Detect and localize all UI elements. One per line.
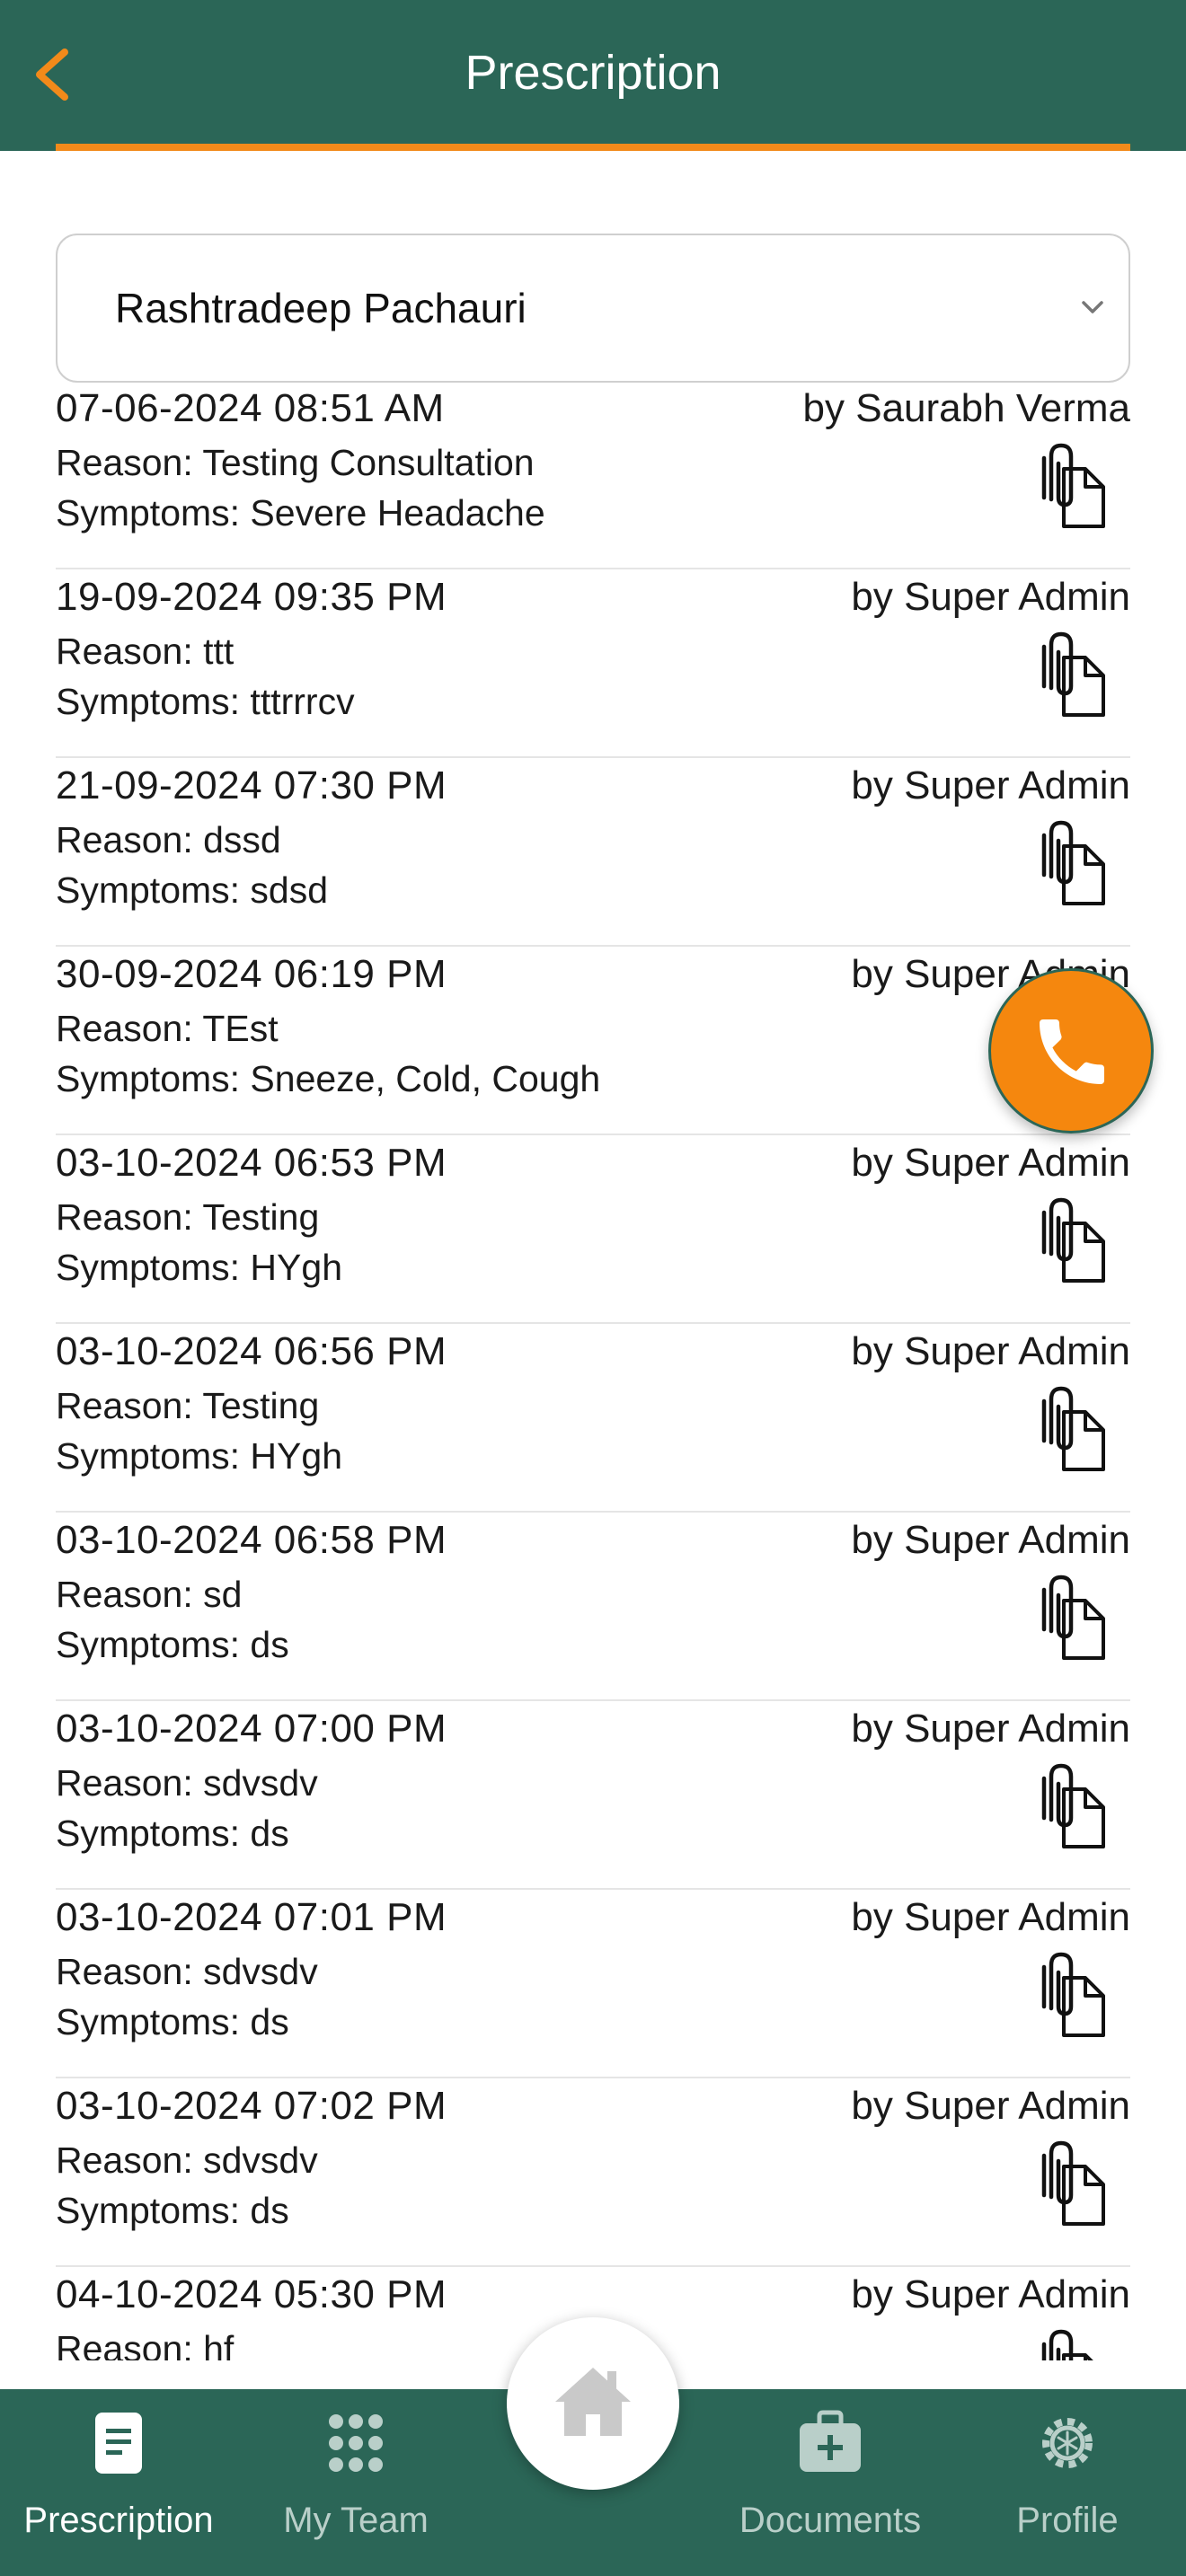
prescription-reason: Reason: TEst (56, 1008, 279, 1049)
prescription-date: 03-10-2024 06:53 PM (56, 1141, 447, 1185)
paperclip-document-icon[interactable] (1033, 1385, 1109, 1475)
patient-select-value: Rashtradeep Pachauri (115, 285, 527, 331)
call-button[interactable] (988, 968, 1154, 1134)
paperclip-document-icon[interactable] (1033, 1951, 1109, 2041)
prescription-symptoms: Symptoms: ds (56, 1624, 289, 1665)
home-icon (555, 2368, 631, 2436)
prescription-item[interactable]: 03-10-2024 07:02 PM by Super Admin Reaso… (56, 2078, 1130, 2267)
prescription-item[interactable]: 21-09-2024 07:30 PM by Super Admin Reaso… (56, 758, 1130, 947)
prescription-author: by Super Admin (851, 1518, 1130, 1562)
prescription-author: by Super Admin (851, 1329, 1130, 1373)
nav-profile[interactable]: Profile (949, 2389, 1186, 2576)
prescription-reason: Reason: sdvsdv (56, 2139, 318, 2181)
prescription-author: by Super Admin (851, 763, 1130, 807)
prescription-date: 30-09-2024 06:19 PM (56, 952, 447, 996)
prescription-author: by Super Admin (851, 1707, 1130, 1751)
chevron-left-icon (36, 49, 68, 101)
chevron-down-icon (1082, 301, 1103, 313)
prescription-item[interactable]: 03-10-2024 06:53 PM by Super Admin Reaso… (56, 1135, 1130, 1324)
prescription-date: 03-10-2024 06:58 PM (56, 1518, 447, 1562)
nav-label: Documents (739, 2501, 922, 2540)
prescription-date: 03-10-2024 07:01 PM (56, 1895, 447, 1939)
prescription-reason: Reason: dssd (56, 819, 281, 860)
prescription-reason: Reason: Testing Consultation (56, 442, 535, 483)
prescription-reason: Reason: sd (56, 1574, 243, 1615)
prescription-author: by Super Admin (851, 2084, 1130, 2128)
prescription-date: 03-10-2024 06:56 PM (56, 1329, 447, 1373)
back-button[interactable] (27, 45, 81, 104)
paperclip-document-icon[interactable] (1033, 1196, 1109, 1286)
prescription-date: 19-09-2024 09:35 PM (56, 575, 447, 619)
nav-documents[interactable]: Documents (712, 2389, 949, 2576)
medical-kit-icon (800, 2410, 861, 2472)
nav-prescription[interactable]: Prescription (0, 2389, 237, 2576)
paperclip-document-icon[interactable] (1033, 819, 1109, 909)
paperclip-document-icon[interactable] (1033, 442, 1109, 532)
prescription-reason: Reason: sdvsdv (56, 1951, 318, 1992)
prescription-list[interactable]: 07-06-2024 08:51 AM by Saurabh Verma Rea… (56, 381, 1130, 2360)
gear-icon (1042, 2418, 1093, 2468)
prescription-reason: Reason: hf (56, 2328, 235, 2360)
patient-select[interactable]: Rashtradeep Pachauri (56, 234, 1130, 383)
page-title: Prescription (465, 46, 721, 100)
prescription-symptoms: Symptoms: sdsd (56, 869, 329, 911)
app-header: Prescription (0, 0, 1186, 151)
prescription-item[interactable]: 03-10-2024 06:56 PM by Super Admin Reaso… (56, 1324, 1130, 1513)
header-accent-line (56, 144, 1130, 151)
prescription-item[interactable]: 03-10-2024 06:58 PM by Super Admin Reaso… (56, 1513, 1130, 1701)
paperclip-document-icon[interactable] (1033, 1762, 1109, 1852)
prescription-symptoms: Symptoms: HYgh (56, 1435, 342, 1477)
prescription-symptoms: Symptoms: ds (56, 2001, 289, 2042)
paperclip-document-icon[interactable] (1033, 1574, 1109, 1663)
paperclip-document-icon[interactable] (1033, 2328, 1109, 2360)
prescription-reason: Reason: ttt (56, 631, 235, 672)
prescription-reason: Reason: Testing (56, 1385, 320, 1426)
paperclip-document-icon[interactable] (1033, 2139, 1109, 2229)
nav-my-team[interactable]: My Team (237, 2389, 474, 2576)
prescription-reason: Reason: Testing (56, 1196, 320, 1238)
prescription-symptoms: Symptoms: tttrrrcv (56, 681, 355, 722)
prescription-symptoms: Symptoms: ds (56, 2190, 289, 2231)
grid-icon (329, 2414, 383, 2472)
nav-label: My Team (283, 2501, 429, 2540)
phone-icon (1040, 1019, 1104, 1084)
prescription-item[interactable]: 03-10-2024 07:01 PM by Super Admin Reaso… (56, 1890, 1130, 2078)
prescription-symptoms: Symptoms: ds (56, 1813, 289, 1854)
prescription-date: 07-06-2024 08:51 AM (56, 386, 445, 430)
prescription-item[interactable]: 19-09-2024 09:35 PM by Super Admin Reaso… (56, 569, 1130, 758)
prescription-item[interactable]: 30-09-2024 06:19 PM by Super Admin Reaso… (56, 947, 1130, 1135)
prescription-author: by Super Admin (851, 575, 1130, 619)
document-icon (95, 2413, 142, 2474)
prescription-author: by Saurabh Verma (802, 386, 1130, 430)
nav-label: Profile (1016, 2501, 1119, 2540)
prescription-date: 04-10-2024 05:30 PM (56, 2272, 447, 2316)
prescription-date: 03-10-2024 07:02 PM (56, 2084, 447, 2128)
nav-label: Prescription (23, 2501, 214, 2540)
prescription-date: 21-09-2024 07:30 PM (56, 763, 447, 807)
prescription-item[interactable]: 03-10-2024 07:00 PM by Super Admin Reaso… (56, 1701, 1130, 1890)
prescription-reason: Reason: sdvsdv (56, 1762, 318, 1804)
prescription-author: by Super Admin (851, 2272, 1130, 2316)
prescription-item[interactable]: 07-06-2024 08:51 AM by Saurabh Verma Rea… (56, 381, 1130, 569)
prescription-symptoms: Symptoms: Severe Headache (56, 492, 545, 534)
prescription-symptoms: Symptoms: HYgh (56, 1247, 342, 1288)
prescription-author: by Super Admin (851, 1141, 1130, 1185)
prescription-date: 03-10-2024 07:00 PM (56, 1707, 447, 1751)
prescription-author: by Super Admin (851, 1895, 1130, 1939)
home-button[interactable] (507, 2317, 679, 2490)
prescription-symptoms: Symptoms: Sneeze, Cold, Cough (56, 1058, 601, 1099)
paperclip-document-icon[interactable] (1033, 631, 1109, 720)
